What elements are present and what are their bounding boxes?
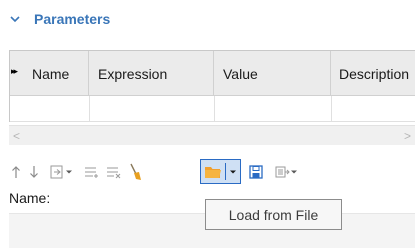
- insert-button[interactable]: [46, 160, 76, 184]
- add-row-icon: [85, 167, 98, 178]
- column-header-description[interactable]: Description: [331, 51, 415, 95]
- column-header-value[interactable]: Value: [214, 51, 331, 95]
- delete-row-icon: [107, 167, 121, 179]
- load-from-file-button[interactable]: [200, 159, 241, 184]
- chevron-down-icon[interactable]: [9, 13, 21, 25]
- section-title: Parameters: [34, 11, 111, 27]
- dropdown-arrow-icon[interactable]: [290, 168, 298, 176]
- table-row[interactable]: [10, 96, 415, 122]
- broom-icon: [130, 163, 141, 180]
- row-marker-icon[interactable]: ▸▸: [11, 66, 18, 77]
- save-icon: [249, 165, 263, 179]
- column-header-name[interactable]: ▸▸ Name: [10, 51, 89, 95]
- dropdown-arrow-icon[interactable]: [65, 168, 73, 176]
- move-up-button[interactable]: [9, 160, 23, 184]
- parameters-toolbar: [9, 159, 415, 184]
- tooltip: Load from File: [205, 199, 342, 230]
- horizontal-scrollbar[interactable]: < >: [9, 125, 415, 145]
- insert-icon: [50, 165, 63, 179]
- clear-button[interactable]: [127, 160, 143, 184]
- export-button[interactable]: [271, 160, 301, 184]
- arrow-up-icon: [12, 166, 20, 178]
- parameters-section-header[interactable]: Parameters: [0, 0, 415, 40]
- folder-icon: [205, 166, 221, 178]
- scroll-right-icon[interactable]: >: [404, 129, 411, 143]
- dropdown-arrow-icon[interactable]: [229, 168, 237, 176]
- delete-row-button[interactable]: [105, 160, 123, 184]
- export-icon: [275, 166, 290, 178]
- table-header: ▸▸ Name Expression Value Description: [10, 51, 415, 96]
- arrow-down-icon: [30, 166, 38, 178]
- add-row-button[interactable]: [83, 160, 101, 184]
- column-header-expression[interactable]: Expression: [89, 51, 214, 95]
- move-down-button[interactable]: [27, 160, 41, 184]
- scroll-left-icon[interactable]: <: [13, 129, 20, 143]
- parameters-table: ▸▸ Name Expression Value Description: [9, 50, 415, 122]
- save-to-file-button[interactable]: [247, 160, 265, 184]
- name-label: Name:: [9, 190, 51, 206]
